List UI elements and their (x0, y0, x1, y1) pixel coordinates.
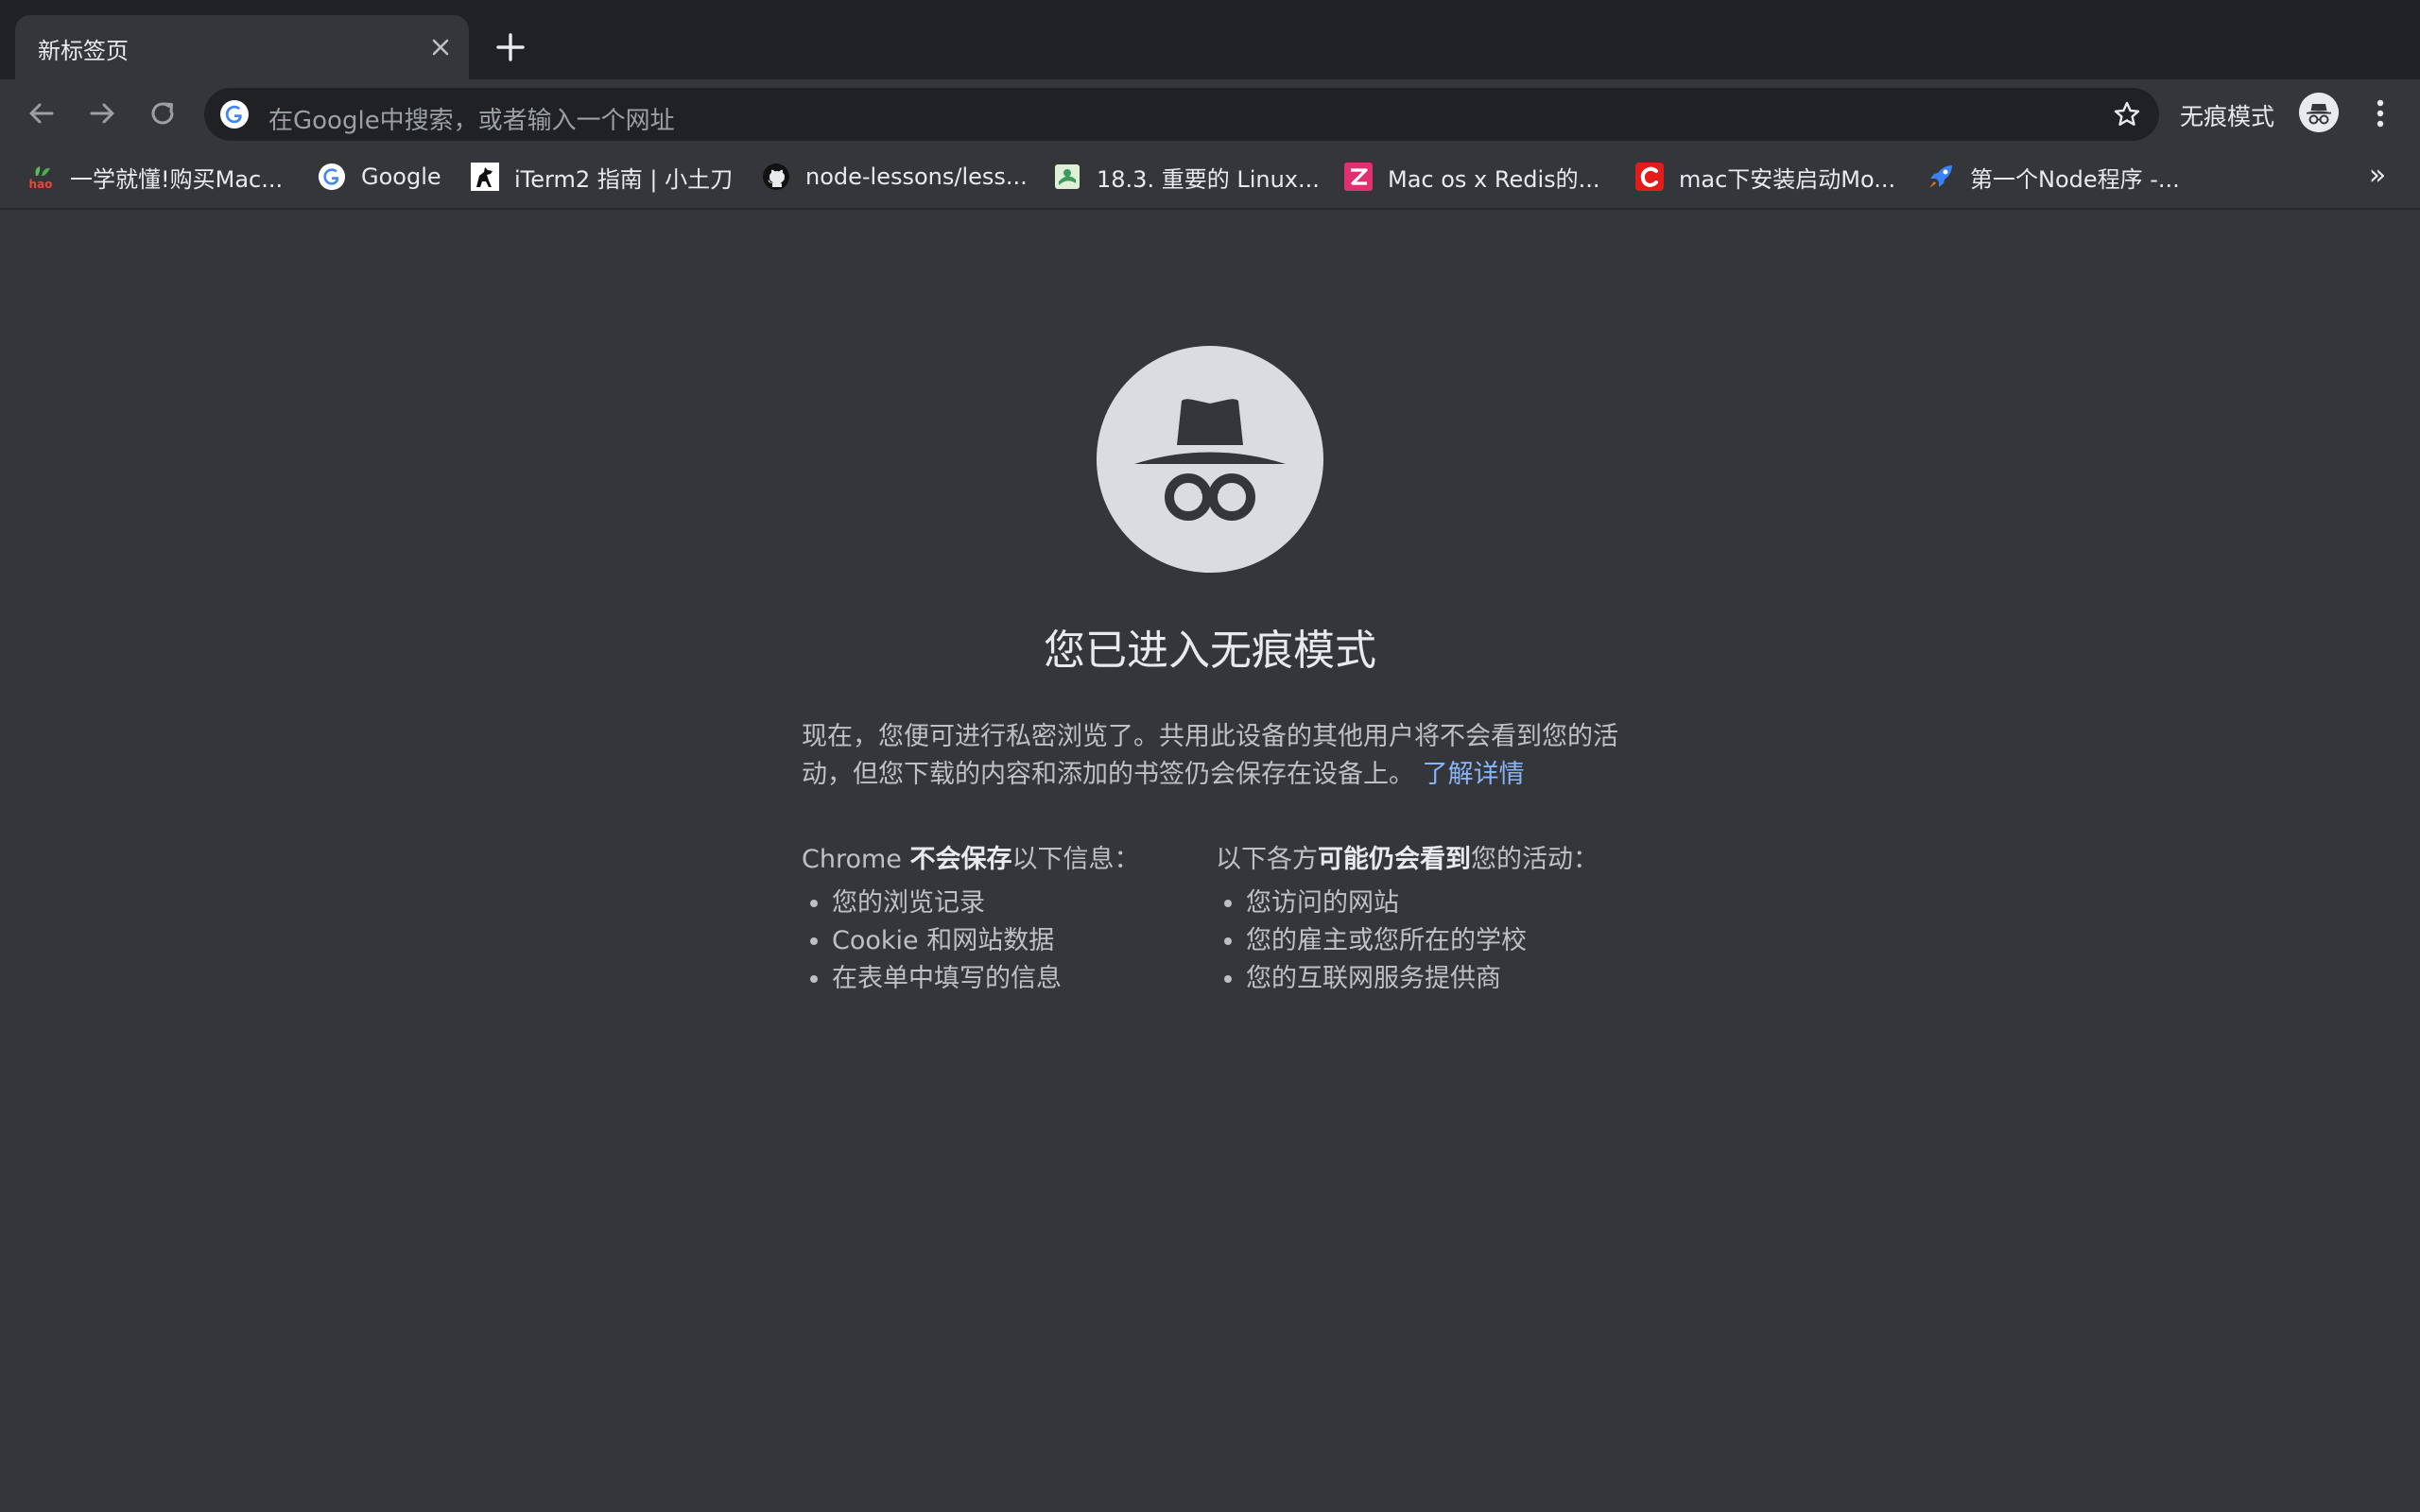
tab-title: 新标签页 (38, 38, 129, 64)
github-icon (763, 163, 789, 190)
list-item: 您的雇主或您所在的学校 (1246, 922, 1651, 960)
svg-text:hao: hao (29, 178, 53, 191)
zhihu-icon (1344, 163, 1373, 191)
rocket-icon (1929, 165, 1952, 188)
bookmark-item[interactable]: mac下安装启动Mo... (1635, 157, 1895, 197)
more-menu-icon[interactable] (2361, 93, 2399, 134)
not-saved-list: 您的浏览记录 Cookie 和网站数据 在表单中填写的信息 (802, 885, 1199, 998)
page-title: 您已进入无痕模式 (1044, 627, 1376, 675)
toolbar: 在Google中搜索，或者输入一个网址 无痕模式 (0, 79, 2420, 147)
incognito-mode-label[interactable]: 无痕模式 (2180, 98, 2274, 132)
may-see-section: 以下各方可能仍会看到您的活动： 您访问的网站 您的雇主或您所在的学校 您的互联网… (1216, 841, 1651, 998)
horse-logo-icon (471, 163, 499, 191)
google-icon (318, 163, 346, 191)
not-saved-section: Chrome 不会保存以下信息： 您的浏览记录 Cookie 和网站数据 在表单… (802, 841, 1199, 998)
bookmark-item[interactable]: Google (318, 157, 441, 197)
address-bar[interactable]: 在Google中搜索，或者输入一个网址 (204, 88, 2159, 141)
tab-new-tab[interactable]: 新标签页 (15, 15, 469, 79)
list-item: 您的浏览记录 (832, 885, 1199, 922)
google-g-icon (220, 100, 249, 129)
bookmarks-bar: hao 一学就懂!购买Mac... Google iTerm2 指南 | 小土刀… (0, 147, 2420, 210)
hao-icon: hao (29, 166, 53, 191)
learn-more-link[interactable]: 了解详情 (1423, 760, 1525, 789)
reload-icon[interactable] (144, 94, 182, 132)
bookmark-star-icon[interactable] (2112, 99, 2142, 129)
list-item: 您访问的网站 (1246, 885, 1651, 922)
bookmarks-overflow-button[interactable]: » (2363, 157, 2392, 195)
list-item: 您的互联网服务提供商 (1246, 960, 1651, 998)
csdn-icon (1635, 163, 1664, 191)
may-see-list: 您访问的网站 您的雇主或您所在的学校 您的互联网服务提供商 (1216, 885, 1651, 998)
bookmark-item[interactable]: hao 一学就懂!购买Mac... (26, 157, 284, 197)
list-item: Cookie 和网站数据 (832, 922, 1199, 960)
incognito-description: 现在，您便可进行私密浏览了。共用此设备的其他用户将不会看到您的活动，但您下载的内… (802, 718, 1634, 794)
address-bar-placeholder: 在Google中搜索，或者输入一个网址 (268, 107, 675, 135)
bookmark-item[interactable]: 第一个Node程序 -... (1927, 157, 2180, 197)
forward-arrow-icon[interactable] (83, 94, 121, 132)
may-see-header: 以下各方可能仍会看到您的活动： (1216, 845, 1599, 874)
bookmark-item[interactable]: iTerm2 指南 | 小土刀 (471, 157, 733, 197)
back-arrow-icon[interactable] (23, 94, 60, 132)
new-tab-plus-icon[interactable] (490, 26, 531, 68)
close-icon[interactable] (425, 32, 456, 62)
bookmark-item[interactable]: Mac os x Redis的... (1344, 157, 1600, 197)
incognito-avatar-icon[interactable] (2299, 93, 2339, 132)
incognito-hero-icon (1097, 346, 1323, 573)
list-item: 在表单中填写的信息 (832, 960, 1199, 998)
bookmark-item[interactable]: 18.3. 重要的 Linux... (1053, 157, 1320, 197)
bookmark-item[interactable]: node-lessons/less... (762, 157, 1028, 197)
not-saved-header: Chrome 不会保存以下信息： (802, 845, 1140, 874)
book-icon (1055, 164, 1080, 189)
tab-strip: 新标签页 (0, 0, 2420, 79)
